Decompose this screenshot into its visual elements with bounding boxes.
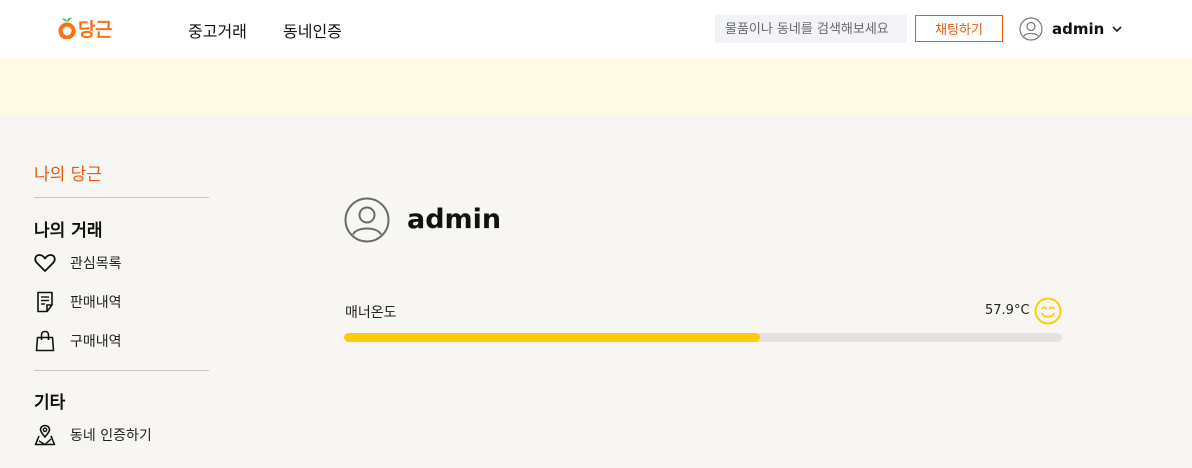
chevron-down-icon	[1112, 26, 1122, 32]
receipt-icon	[34, 291, 56, 313]
logo-text: 당근	[78, 18, 112, 41]
profile-avatar-icon	[344, 197, 390, 243]
sidebar-item-verify-neighborhood[interactable]: 동네 인증하기	[34, 423, 152, 447]
notice-banner	[0, 58, 1192, 115]
section-title-etc: 기타	[34, 393, 66, 413]
manner-temperature-fill	[344, 333, 760, 342]
carrot-logo-icon	[58, 17, 76, 39]
profile-name: admin	[407, 204, 502, 235]
user-menu[interactable]: admin	[1019, 17, 1122, 41]
manner-temperature-label: 매너온도	[345, 305, 397, 321]
sidebar-item-label: 판매내역	[70, 295, 122, 311]
search-input[interactable]	[715, 15, 907, 43]
nav-neighborhood-verify[interactable]: 동네인증	[283, 18, 342, 42]
shopping-bag-icon	[34, 330, 56, 352]
nav-used-trade[interactable]: 중고거래	[188, 18, 247, 42]
top-header: 당근 중고거래 동네인증 채팅하기 admin	[0, 0, 1192, 58]
section-title-my-trade: 나의 거래	[34, 221, 103, 241]
user-name: admin	[1052, 20, 1105, 38]
sidebar-item-label: 동네 인증하기	[70, 428, 152, 444]
heart-icon	[34, 252, 56, 274]
sidebar-title[interactable]: 나의 당근	[34, 160, 102, 185]
map-pin-icon	[34, 424, 56, 446]
logo[interactable]: 당근	[58, 13, 112, 43]
divider	[34, 197, 209, 198]
user-avatar-icon	[1019, 17, 1043, 41]
divider	[34, 370, 209, 371]
sidebar-item-purchases[interactable]: 구매내역	[34, 329, 122, 353]
sidebar-item-sales[interactable]: 판매내역	[34, 290, 122, 314]
manner-temperature-bar	[344, 333, 1062, 342]
smile-face-icon	[1034, 297, 1062, 325]
manner-temperature-value: 57.9°C	[985, 303, 1030, 318]
sidebar-item-label: 구매내역	[70, 334, 122, 350]
sidebar-item-label: 관심목록	[70, 256, 122, 272]
chat-button[interactable]: 채팅하기	[915, 15, 1003, 42]
sidebar-item-wishlist[interactable]: 관심목록	[34, 251, 122, 275]
